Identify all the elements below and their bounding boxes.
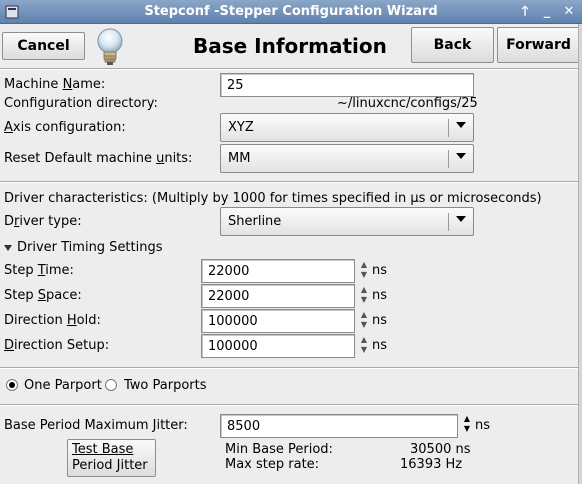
combo-divider	[448, 119, 449, 137]
driver-characteristics-label: Driver characteristics: (Multiply by 100…	[4, 191, 542, 206]
direction-hold-spinner[interactable]: ▲ ▼	[358, 310, 370, 332]
axis-configuration-label: Axis configuration:	[4, 120, 126, 135]
machine-name-input[interactable]: 25	[220, 73, 474, 97]
test-button-line1: Test Base	[72, 442, 134, 457]
driver-type-select[interactable]: Sherline	[220, 207, 474, 236]
direction-hold-unit: ns	[372, 313, 388, 328]
axis-configuration-select[interactable]: XYZ	[220, 113, 474, 142]
two-parports-label: Two Parports	[124, 378, 207, 393]
test-button-line2: Period Jitter	[72, 458, 148, 473]
step-time-unit: ns	[372, 263, 388, 278]
driver-timing-expander-label: Driver Timing Settings	[17, 240, 163, 255]
machine-units-select[interactable]: MM	[220, 144, 474, 173]
direction-setup-unit: ns	[372, 338, 388, 353]
max-step-rate-value: 16393 Hz	[400, 457, 463, 472]
step-space-spinner[interactable]: ▲ ▼	[358, 285, 370, 307]
page-title: Base Information	[193, 34, 387, 58]
expander-arrow-icon	[4, 244, 12, 251]
step-space-unit: ns	[372, 288, 388, 303]
window-menu-icon[interactable]	[4, 4, 20, 20]
section-separator	[0, 181, 582, 183]
forward-button[interactable]: Forward	[497, 27, 580, 63]
step-space-input[interactable]: 22000	[201, 284, 355, 308]
config-directory-label: Configuration directory:	[4, 96, 158, 111]
direction-setup-label: Direction Setup:	[4, 338, 110, 353]
chevron-down-icon	[456, 153, 466, 159]
max-jitter-input[interactable]: 8500	[220, 414, 458, 438]
window-title: Stepconf -Stepper Configuration Wizard	[144, 4, 438, 19]
direction-hold-label: Direction Hold:	[4, 313, 101, 328]
min-base-period-label: Min Base Period:	[225, 442, 333, 457]
two-parports-radio[interactable]	[105, 379, 117, 391]
cancel-button[interactable]: Cancel	[2, 32, 85, 60]
window-minimize-icon[interactable]: _	[540, 3, 554, 20]
lightbulb-icon	[97, 28, 123, 65]
back-button[interactable]: Back	[411, 27, 494, 63]
window-right-edge	[578, 24, 582, 484]
step-time-input[interactable]: 22000	[201, 259, 355, 283]
window-titlebar: Stepconf -Stepper Configuration Wizard 🡑…	[0, 0, 582, 24]
direction-setup-spinner[interactable]: ▲ ▼	[358, 335, 370, 357]
step-time-label: Step Time:	[4, 263, 74, 278]
step-time-spinner[interactable]: ▲ ▼	[358, 260, 370, 282]
test-base-period-jitter-button[interactable]: Test Base Period Jitter	[67, 439, 156, 477]
wizard-header: Cancel Base Information Back Forward	[0, 24, 582, 68]
axis-configuration-value: XYZ	[228, 120, 254, 135]
max-jitter-spinner[interactable]: ▲ ▼	[461, 414, 473, 436]
machine-units-label: Reset Default machine units:	[4, 151, 193, 166]
one-parport-radio[interactable]	[6, 379, 18, 391]
config-directory-value: ~/linuxcnc/configs/25	[337, 96, 478, 111]
step-space-label: Step Space:	[4, 288, 82, 303]
driver-type-value: Sherline	[228, 214, 282, 229]
max-jitter-unit: ns	[475, 418, 491, 433]
one-parport-label: One Parport	[24, 378, 102, 393]
chevron-down-icon	[456, 216, 466, 222]
window-close-icon[interactable]: ✕	[562, 3, 576, 20]
machine-name-label: Machine Name:	[4, 77, 106, 92]
max-jitter-label: Base Period Maximum Jitter:	[4, 418, 188, 433]
window-shade-icon[interactable]: 🡑	[518, 3, 532, 20]
min-base-period-value: 30500 ns	[410, 442, 471, 457]
max-step-rate-label: Max step rate:	[225, 457, 320, 472]
chevron-down-icon	[456, 122, 466, 128]
section-separator	[0, 404, 582, 406]
direction-hold-input[interactable]: 100000	[201, 309, 355, 333]
machine-units-value: MM	[228, 151, 251, 166]
direction-setup-input[interactable]: 100000	[201, 334, 355, 358]
combo-divider	[448, 150, 449, 168]
driver-timing-expander[interactable]: Driver Timing Settings	[4, 240, 163, 255]
driver-type-label: Driver type:	[4, 214, 82, 229]
header-separator	[0, 68, 582, 70]
section-separator	[0, 367, 582, 369]
combo-divider	[448, 213, 449, 231]
